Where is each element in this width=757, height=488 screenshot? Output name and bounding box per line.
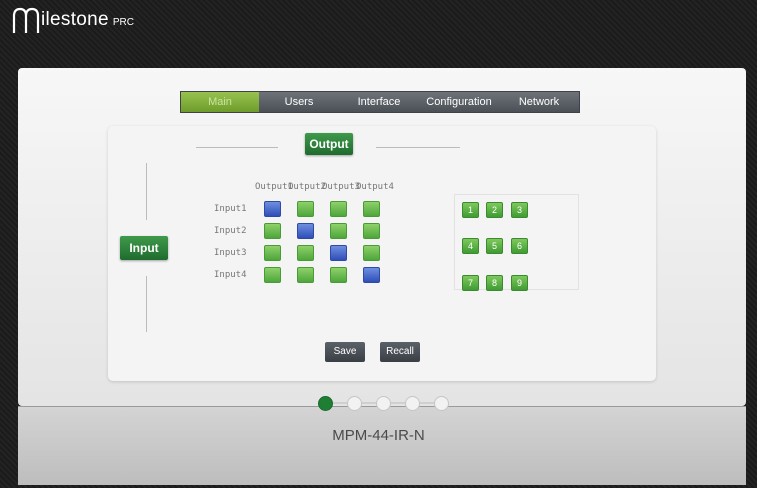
pager-dot[interactable] (434, 396, 449, 411)
preset-button[interactable]: 9 (511, 275, 528, 291)
route-cell[interactable] (264, 267, 281, 283)
input-label-1: Input1 (214, 204, 247, 214)
route-cell[interactable] (330, 267, 347, 283)
divider (146, 276, 147, 332)
route-cell[interactable] (363, 245, 380, 261)
input-label-3: Input3 (214, 248, 247, 258)
route-cell[interactable] (297, 245, 314, 261)
route-cell[interactable] (297, 267, 314, 283)
output-header-4: Output4 (356, 182, 394, 192)
tab-interface[interactable]: Interface (339, 92, 419, 112)
tab-main[interactable]: Main (181, 92, 259, 112)
preset-button[interactable]: 2 (486, 202, 503, 218)
pager-dot[interactable] (347, 396, 362, 411)
preset-button[interactable]: 7 (462, 275, 479, 291)
save-button[interactable]: Save (325, 342, 365, 362)
divider (196, 147, 278, 148)
route-cell[interactable] (330, 223, 347, 239)
route-cell[interactable] (297, 201, 314, 217)
input-label-2: Input2 (214, 226, 247, 236)
divider (376, 147, 460, 148)
route-cell[interactable] (363, 223, 380, 239)
pager-dot[interactable] (405, 396, 420, 411)
route-cell[interactable] (363, 201, 380, 217)
output-header-2: Output2 (288, 182, 326, 192)
route-cell[interactable] (363, 267, 380, 283)
tab-network[interactable]: Network (499, 92, 579, 112)
preset-button[interactable]: 6 (511, 238, 528, 254)
nav-tabs: Main Users Interface Configuration Netwo… (180, 91, 580, 113)
pager-dot[interactable] (376, 396, 391, 411)
tab-users[interactable]: Users (259, 92, 339, 112)
preset-button[interactable]: 1 (462, 202, 479, 218)
brand-name: ilestone (41, 9, 109, 30)
input-label-4: Input4 (214, 270, 247, 280)
model-name: MPM-44-IR-N (332, 427, 425, 444)
logo: ilestone PRC (12, 6, 134, 34)
pager-dot[interactable] (318, 396, 333, 411)
tab-configuration[interactable]: Configuration (419, 92, 499, 112)
output-button[interactable]: Output (305, 133, 353, 155)
route-cell[interactable] (264, 223, 281, 239)
route-cell[interactable] (264, 245, 281, 261)
preset-button[interactable]: 5 (486, 238, 503, 254)
divider (146, 163, 147, 220)
route-cell[interactable] (297, 223, 314, 239)
recall-button[interactable]: Recall (380, 342, 420, 362)
brand-sub: PRC (112, 17, 135, 28)
milestone-m-icon (12, 7, 40, 33)
route-cell[interactable] (330, 245, 347, 261)
input-button[interactable]: Input (120, 236, 168, 260)
preset-button[interactable]: 4 (462, 238, 479, 254)
route-cell[interactable] (264, 201, 281, 217)
preset-button[interactable]: 8 (486, 275, 503, 291)
output-header-3: Output3 (322, 182, 360, 192)
preset-button[interactable]: 3 (511, 202, 528, 218)
route-cell[interactable] (330, 201, 347, 217)
footer-panel (18, 406, 746, 485)
